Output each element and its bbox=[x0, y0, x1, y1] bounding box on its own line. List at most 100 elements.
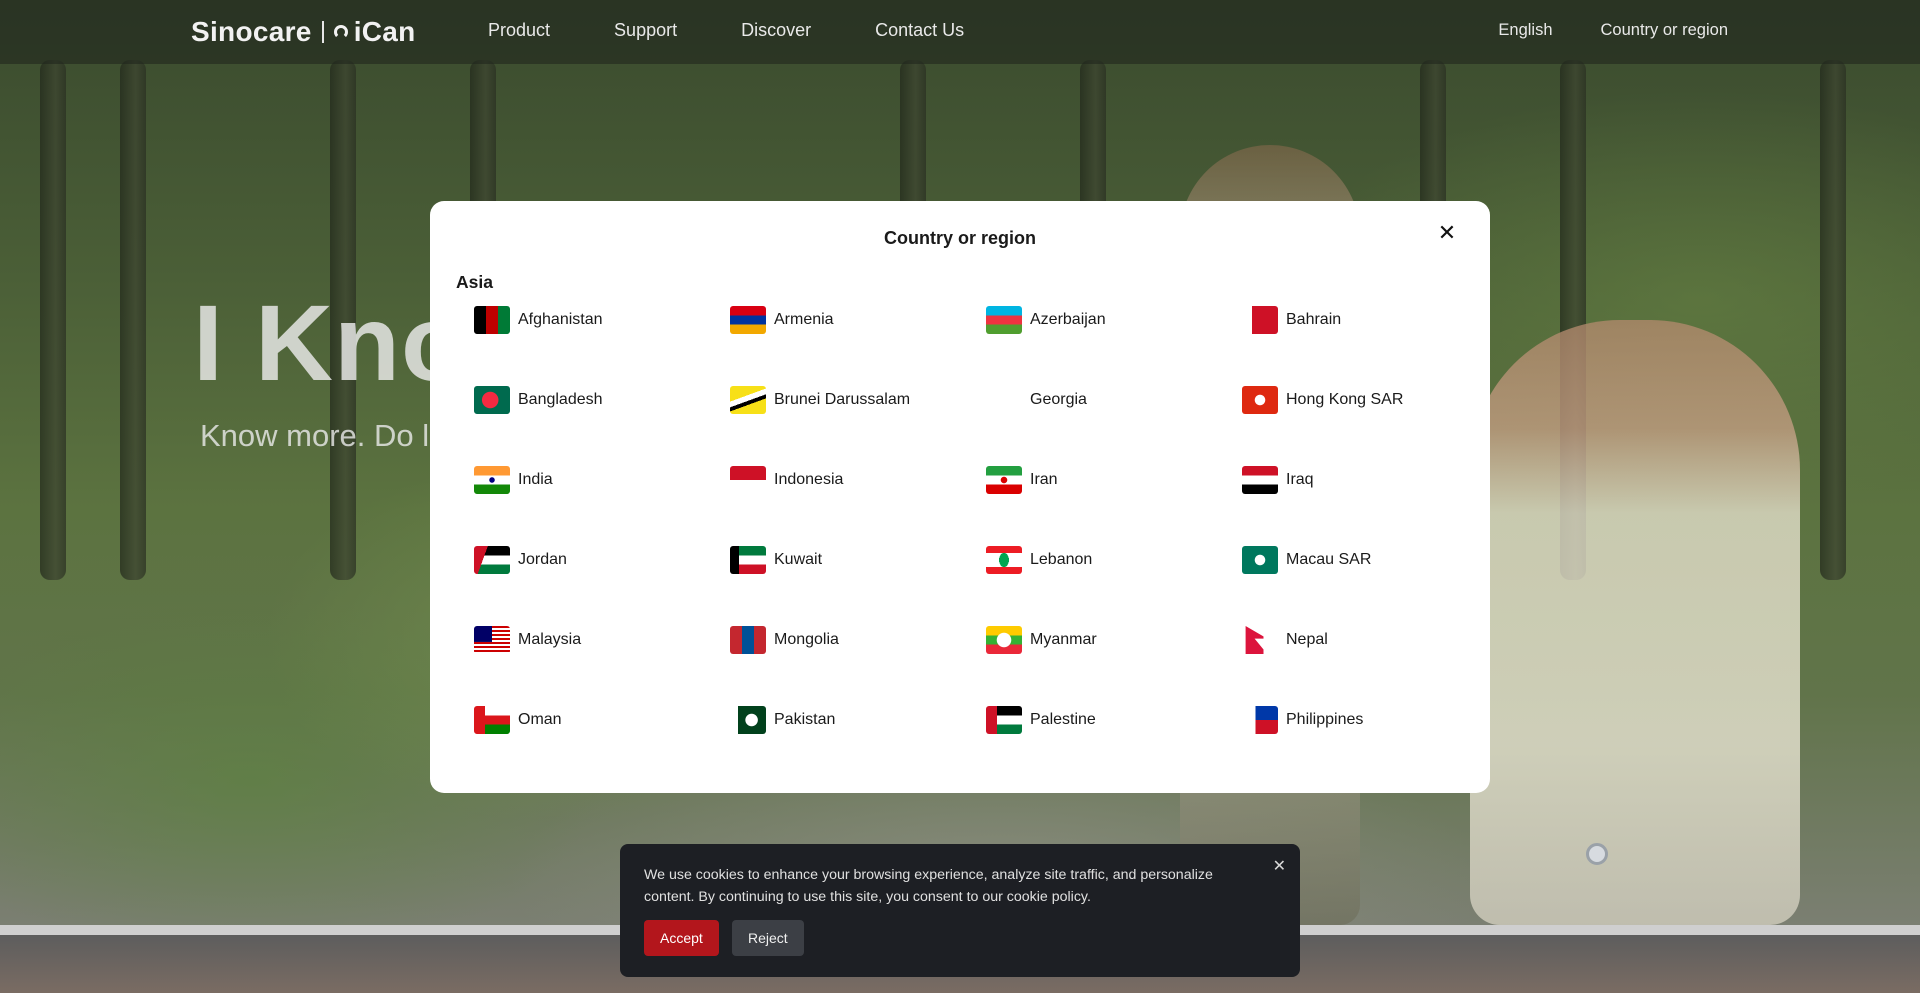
country-label: Indonesia bbox=[774, 471, 844, 488]
country-oman[interactable]: Oman bbox=[474, 704, 730, 736]
country-bangladesh[interactable]: Bangladesh bbox=[474, 384, 730, 416]
country-afghanistan[interactable]: Afghanistan bbox=[474, 304, 730, 336]
country-label: Iraq bbox=[1286, 471, 1314, 488]
site-header: Sinocare iCan Product Support Discover C… bbox=[0, 0, 1920, 64]
country-label: Pakistan bbox=[774, 711, 836, 728]
reject-cookies-button[interactable]: Reject bbox=[732, 920, 804, 956]
macau-flag-icon bbox=[1242, 546, 1278, 574]
afghanistan-flag-icon bbox=[474, 306, 510, 334]
header-utility-links: English Country or region bbox=[1498, 21, 1728, 40]
nav-product[interactable]: Product bbox=[488, 20, 550, 41]
bangladesh-flag-icon bbox=[474, 386, 510, 414]
kuwait-flag-icon bbox=[730, 546, 766, 574]
hong-kong-flag-icon bbox=[1242, 386, 1278, 414]
country-iraq[interactable]: Iraq bbox=[1242, 464, 1474, 496]
country-grid: Afghanistan Armenia Azerbaijan Bahrain B… bbox=[474, 304, 1474, 784]
country-pakistan[interactable]: Pakistan bbox=[730, 704, 986, 736]
country-label: Azerbaijan bbox=[1030, 311, 1106, 328]
country-label: Myanmar bbox=[1030, 631, 1097, 648]
nepal-flag-icon bbox=[1245, 626, 1268, 654]
country-label: Armenia bbox=[774, 311, 834, 328]
country-label: Bahrain bbox=[1286, 311, 1342, 328]
indonesia-flag-icon bbox=[730, 466, 766, 494]
country-label: Mongolia bbox=[774, 631, 839, 648]
glucose-sensor bbox=[1586, 843, 1608, 865]
country-armenia[interactable]: Armenia bbox=[730, 304, 986, 336]
country-azerbaijan[interactable]: Azerbaijan bbox=[986, 304, 1242, 336]
philippines-flag-icon bbox=[1242, 706, 1278, 734]
country-lebanon[interactable]: Lebanon bbox=[986, 544, 1242, 576]
country-label: Lebanon bbox=[1030, 551, 1093, 568]
modal-title: Country or region bbox=[884, 228, 1036, 248]
country-georgia[interactable]: Georgia bbox=[986, 384, 1242, 416]
close-icon[interactable]: ✕ bbox=[1434, 220, 1460, 246]
country-philippines[interactable]: Philippines bbox=[1242, 704, 1474, 736]
tree-trunk bbox=[120, 60, 146, 580]
country-label: Oman bbox=[518, 711, 562, 728]
country-label: Brunei Darussalam bbox=[774, 391, 911, 408]
country-region-modal: Country or region ✕ Asia Afghanistan Arm… bbox=[430, 201, 1490, 793]
country-label: Nepal bbox=[1286, 631, 1328, 648]
cookie-banner: We use cookies to enhance your browsing … bbox=[620, 844, 1300, 977]
country-myanmar[interactable]: Myanmar bbox=[986, 624, 1242, 656]
armenia-flag-icon bbox=[730, 306, 766, 334]
country-indonesia[interactable]: Indonesia bbox=[730, 464, 986, 496]
country-label: Afghanistan bbox=[518, 311, 603, 328]
region-selector[interactable]: Country or region bbox=[1601, 21, 1728, 40]
region-heading: Asia bbox=[456, 272, 493, 292]
myanmar-flag-icon bbox=[986, 626, 1022, 654]
country-label: India bbox=[518, 471, 553, 488]
accept-cookies-button[interactable]: Accept bbox=[644, 920, 719, 956]
lebanon-flag-icon bbox=[986, 546, 1022, 574]
country-kuwait[interactable]: Kuwait bbox=[730, 544, 986, 576]
georgia-flag-icon bbox=[986, 386, 1022, 414]
country-mongolia[interactable]: Mongolia bbox=[730, 624, 986, 656]
logo-brand: Sinocare bbox=[191, 16, 312, 47]
nav-discover[interactable]: Discover bbox=[741, 20, 811, 41]
country-label: Macau SAR bbox=[1286, 551, 1372, 568]
language-selector[interactable]: English bbox=[1498, 21, 1552, 40]
main-nav: Product Support Discover Contact Us bbox=[488, 20, 964, 41]
india-flag-icon bbox=[474, 466, 510, 494]
hero-subtitle: Know more. Do l bbox=[200, 418, 430, 453]
country-malaysia[interactable]: Malaysia bbox=[474, 624, 730, 656]
country-macau-sar[interactable]: Macau SAR bbox=[1242, 544, 1474, 576]
hero-person-woman bbox=[1470, 320, 1800, 925]
tree-trunk bbox=[40, 60, 66, 580]
bahrain-flag-icon bbox=[1242, 306, 1278, 334]
azerbaijan-flag-icon bbox=[986, 306, 1022, 334]
country-label: Bangladesh bbox=[518, 391, 603, 408]
close-icon[interactable]: ✕ bbox=[1273, 856, 1286, 876]
country-brunei-darussalam[interactable]: Brunei Darussalam bbox=[730, 384, 986, 416]
country-bahrain[interactable]: Bahrain bbox=[1242, 304, 1474, 336]
cookie-message: We use cookies to enhance your browsing … bbox=[644, 867, 1213, 905]
country-india[interactable]: India bbox=[474, 464, 730, 496]
hero-title: I Kno bbox=[193, 282, 468, 403]
logo-divider bbox=[321, 21, 324, 43]
country-label: Philippines bbox=[1286, 711, 1364, 728]
country-label: Hong Kong SAR bbox=[1286, 391, 1404, 408]
malaysia-flag-icon bbox=[474, 626, 510, 654]
brunei-flag-icon bbox=[730, 386, 766, 414]
tree-trunk bbox=[1820, 60, 1846, 580]
pakistan-flag-icon bbox=[730, 706, 766, 734]
country-hong-kong-sar[interactable]: Hong Kong SAR bbox=[1242, 384, 1474, 416]
country-label: Georgia bbox=[1030, 391, 1087, 408]
country-label: Malaysia bbox=[518, 631, 582, 648]
site-logo[interactable]: Sinocare iCan bbox=[191, 16, 416, 48]
nav-contact-us[interactable]: Contact Us bbox=[875, 20, 964, 41]
iran-flag-icon bbox=[986, 466, 1022, 494]
palestine-flag-icon bbox=[986, 706, 1022, 734]
nav-support[interactable]: Support bbox=[614, 20, 677, 41]
country-jordan[interactable]: Jordan bbox=[474, 544, 730, 576]
sun-icon bbox=[333, 25, 348, 39]
oman-flag-icon bbox=[474, 706, 510, 734]
mongolia-flag-icon bbox=[730, 626, 766, 654]
country-label: Palestine bbox=[1030, 711, 1096, 728]
country-palestine[interactable]: Palestine bbox=[986, 704, 1242, 736]
country-label: Iran bbox=[1030, 471, 1058, 488]
iraq-flag-icon bbox=[1242, 466, 1278, 494]
country-iran[interactable]: Iran bbox=[986, 464, 1242, 496]
country-nepal[interactable]: Nepal bbox=[1242, 624, 1474, 656]
jordan-flag-icon bbox=[474, 546, 510, 574]
